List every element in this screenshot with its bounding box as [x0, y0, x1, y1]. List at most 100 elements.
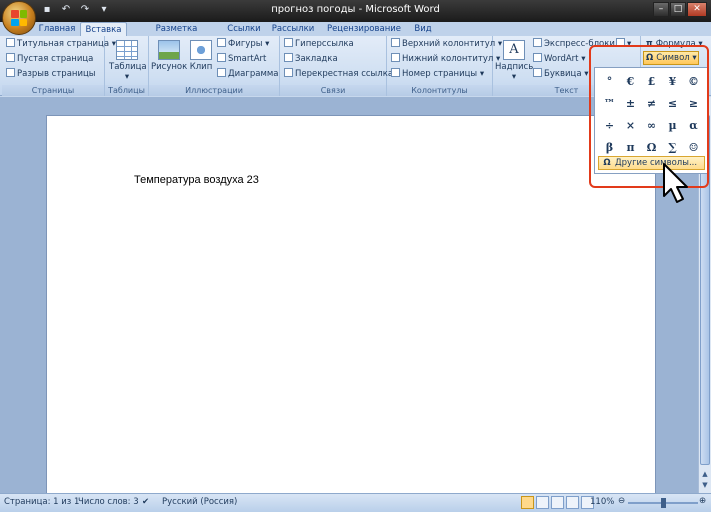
symbol-cell[interactable]: µ: [662, 115, 683, 137]
group-label: Колонтитулы: [387, 85, 492, 96]
wordart-icon: [533, 53, 542, 62]
signature-line-button[interactable]: ▾: [616, 38, 631, 51]
symbol-cell[interactable]: £: [641, 71, 662, 93]
group-tables: Таблица ▾ Таблицы: [105, 36, 149, 96]
symbol-cell[interactable]: ≥: [683, 93, 704, 115]
close-icon[interactable]: ✕: [687, 2, 707, 17]
office-button[interactable]: [2, 1, 36, 35]
office-logo-icon: [11, 10, 27, 26]
full-screen-reading-icon[interactable]: [536, 496, 549, 509]
tab-page-layout[interactable]: Разметка страницы: [133, 22, 220, 48]
hyperlink-button[interactable]: Гиперссылка: [284, 38, 354, 51]
tab-review[interactable]: Рецензирование: [324, 22, 404, 36]
tab-view[interactable]: Вид: [410, 22, 436, 36]
tab-references[interactable]: Ссылки: [224, 22, 264, 36]
chart-button[interactable]: Диаграмма: [217, 68, 278, 81]
cover-page-button[interactable]: Титульная страница ▾: [6, 38, 116, 51]
shapes-icon: [217, 38, 226, 47]
bookmark-icon: [284, 53, 293, 62]
quick-parts-button[interactable]: Экспресс-блоки ▾: [533, 38, 622, 51]
zoom-slider-knob[interactable]: [661, 498, 666, 508]
cover-page-icon: [6, 38, 15, 47]
document-page[interactable]: Температура воздуха 23: [46, 115, 656, 495]
blank-page-icon: [6, 53, 15, 62]
group-label: Связи: [280, 85, 386, 96]
symbol-cell[interactable]: ≤: [662, 93, 683, 115]
symbol-cell[interactable]: ≠: [641, 93, 662, 115]
group-headers-footers: Верхний колонтитул ▾ Нижний колонтитул ▾…: [387, 36, 502, 96]
drop-cap-icon: [533, 68, 542, 77]
previous-page-icon[interactable]: ▲: [699, 469, 711, 480]
print-layout-icon[interactable]: [521, 496, 534, 509]
zoom-level[interactable]: 110%: [590, 497, 614, 507]
cross-reference-icon: [284, 68, 293, 77]
cross-reference-button[interactable]: Перекрестная ссылка: [284, 68, 393, 81]
zoom-out-icon[interactable]: ⊖: [618, 496, 625, 506]
outline-icon[interactable]: [566, 496, 579, 509]
page-number-button[interactable]: Номер страницы ▾: [391, 68, 484, 81]
web-layout-icon[interactable]: [551, 496, 564, 509]
window-title: прогноз погоды - Microsoft Word: [271, 4, 440, 15]
hyperlink-icon: [284, 38, 293, 47]
clip-icon: [190, 40, 212, 60]
header-button[interactable]: Верхний колонтитул ▾: [391, 38, 502, 51]
chart-icon: [217, 68, 226, 77]
document-text[interactable]: Температура воздуха 23: [134, 174, 259, 186]
page-break-icon: [6, 68, 15, 77]
page-break-button[interactable]: Разрыв страницы: [6, 68, 95, 81]
bookmark-button[interactable]: Закладка: [284, 53, 338, 66]
symbol-cell[interactable]: €: [620, 71, 641, 93]
symbol-cell[interactable]: ©: [683, 71, 704, 93]
wordart-button[interactable]: WordArt ▾: [533, 53, 585, 66]
quick-parts-icon: [533, 38, 542, 47]
symbol-button[interactable]: Ω Символ ▾: [643, 51, 699, 65]
smartart-button[interactable]: SmartArt: [217, 53, 266, 66]
language-indicator[interactable]: Русский (Россия): [162, 497, 237, 507]
pi-icon: π: [646, 39, 656, 49]
symbol-cell[interactable]: ×: [620, 115, 641, 137]
ribbon-tabs: Главная Вставка Разметка страницы Ссылки…: [0, 22, 711, 48]
group-label: Страницы: [2, 85, 104, 96]
blank-page-button[interactable]: Пустая страница: [6, 53, 93, 66]
word-count[interactable]: Число слов: 3: [78, 497, 139, 507]
footer-icon: [391, 53, 400, 62]
table-button[interactable]: Таблица ▾: [109, 38, 147, 82]
symbol-dropdown: ° € £ ¥ © ™ ± ≠ ≤ ≥ ÷ × ∞ µ α β π Ω ∑ ☺ Ω Другие символы...: [594, 67, 709, 174]
symbol-cell[interactable]: ™: [599, 93, 620, 115]
symbol-cell[interactable]: ∞: [641, 115, 662, 137]
formula-button[interactable]: π Формула ▾: [646, 38, 703, 51]
minimize-icon[interactable]: –: [653, 2, 669, 17]
page-number-icon: [391, 68, 400, 77]
textbox-button[interactable]: A Надпись ▾: [495, 38, 533, 82]
group-pages: Титульная страница ▾ Пустая страница Раз…: [2, 36, 116, 96]
page-count[interactable]: Страница: 1 из 1: [4, 497, 79, 507]
symbol-cell[interactable]: °: [599, 71, 620, 93]
table-icon: [116, 40, 138, 60]
clip-button[interactable]: Клип: [187, 38, 215, 72]
symbol-cell[interactable]: α: [683, 115, 704, 137]
symbol-cell[interactable]: ±: [620, 93, 641, 115]
next-page-icon[interactable]: ▼: [699, 480, 711, 491]
tab-insert[interactable]: Вставка: [80, 22, 127, 36]
footer-button[interactable]: Нижний колонтитул ▾: [391, 53, 500, 66]
tab-mailings[interactable]: Рассылки: [270, 22, 316, 36]
group-label: Иллюстрации: [149, 85, 279, 96]
title-bar: ▪ ↶ ↷ ▾ прогноз погоды - Microsoft Word …: [0, 0, 711, 22]
spellcheck-icon[interactable]: ✔: [142, 497, 149, 507]
zoom-in-icon[interactable]: ⊕: [699, 496, 706, 506]
symbol-grid: ° € £ ¥ © ™ ± ≠ ≤ ≥ ÷ × ∞ µ α β π Ω ∑ ☺: [599, 71, 704, 159]
maximize-icon[interactable]: □: [670, 2, 686, 17]
symbol-cell[interactable]: ¥: [662, 71, 683, 93]
picture-button[interactable]: Рисунок: [151, 38, 187, 72]
mouse-pointer-icon: [663, 163, 688, 203]
header-icon: [391, 38, 400, 47]
window-controls: – □ ✕: [653, 2, 707, 17]
zoom-slider[interactable]: [628, 498, 698, 508]
omega-icon: Ω: [646, 53, 657, 63]
shapes-button[interactable]: Фигуры ▾: [217, 38, 269, 51]
textbox-icon: A: [503, 40, 525, 60]
symbol-cell[interactable]: ÷: [599, 115, 620, 137]
drop-cap-button[interactable]: Буквица ▾: [533, 68, 589, 81]
tab-home[interactable]: Главная: [38, 22, 76, 36]
status-bar: Страница: 1 из 1 Число слов: 3 ✔ Русский…: [0, 493, 711, 512]
